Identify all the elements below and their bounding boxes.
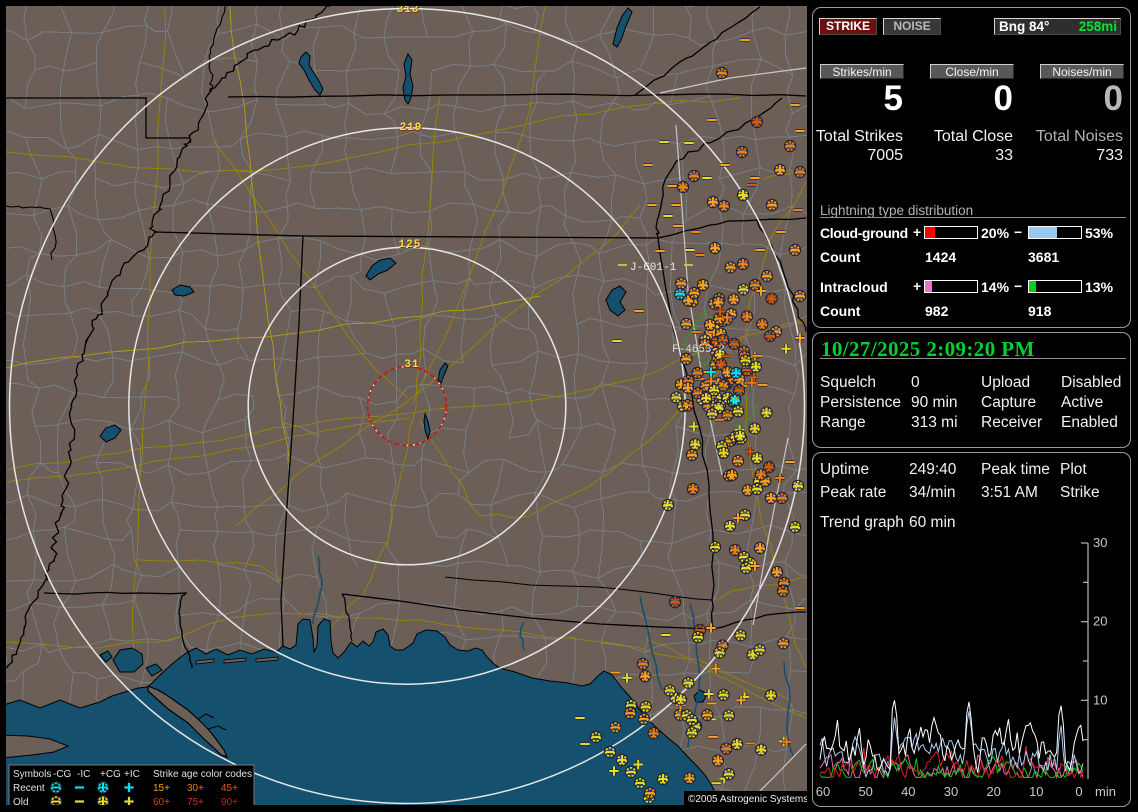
svg-text:31: 31 (404, 359, 419, 371)
svg-text:313: 313 (397, 6, 420, 16)
svg-text:+IC: +IC (124, 769, 140, 780)
svg-text:Strike age color codes: Strike age color codes (153, 769, 252, 780)
svg-text:75+: 75+ (187, 797, 204, 805)
svg-text:Old: Old (13, 797, 29, 805)
svg-text:-IC: -IC (77, 769, 90, 780)
svg-text:F-4653-2: F-4653-2 (672, 344, 725, 356)
svg-text:219: 219 (400, 122, 423, 134)
svg-text:30: 30 (944, 784, 958, 799)
svg-text:40: 40 (901, 784, 915, 799)
svg-text:20: 20 (986, 784, 1000, 799)
svg-text:©2005 Astrogenic Systems: ©2005 Astrogenic Systems (688, 794, 807, 805)
svg-text:125: 125 (399, 239, 422, 251)
svg-text:+CG: +CG (100, 769, 121, 780)
svg-text:15+: 15+ (153, 783, 170, 794)
svg-text:Recent: Recent (13, 783, 45, 794)
svg-text:min: min (1095, 784, 1116, 799)
svg-text:J-601-1: J-601-1 (630, 262, 677, 274)
svg-text:10: 10 (1093, 692, 1107, 707)
svg-text:-CG: -CG (53, 769, 72, 780)
svg-text:Symbols: Symbols (13, 769, 51, 780)
svg-text:10: 10 (1029, 784, 1043, 799)
svg-text:90+: 90+ (221, 797, 238, 805)
svg-text:60: 60 (816, 784, 830, 799)
svg-text:45+: 45+ (221, 783, 238, 794)
svg-text:30: 30 (1093, 535, 1107, 550)
svg-text:50: 50 (858, 784, 872, 799)
svg-text:60+: 60+ (153, 797, 170, 805)
svg-text:0: 0 (1075, 784, 1082, 799)
svg-text:30+: 30+ (187, 783, 204, 794)
svg-text:20: 20 (1093, 614, 1107, 629)
